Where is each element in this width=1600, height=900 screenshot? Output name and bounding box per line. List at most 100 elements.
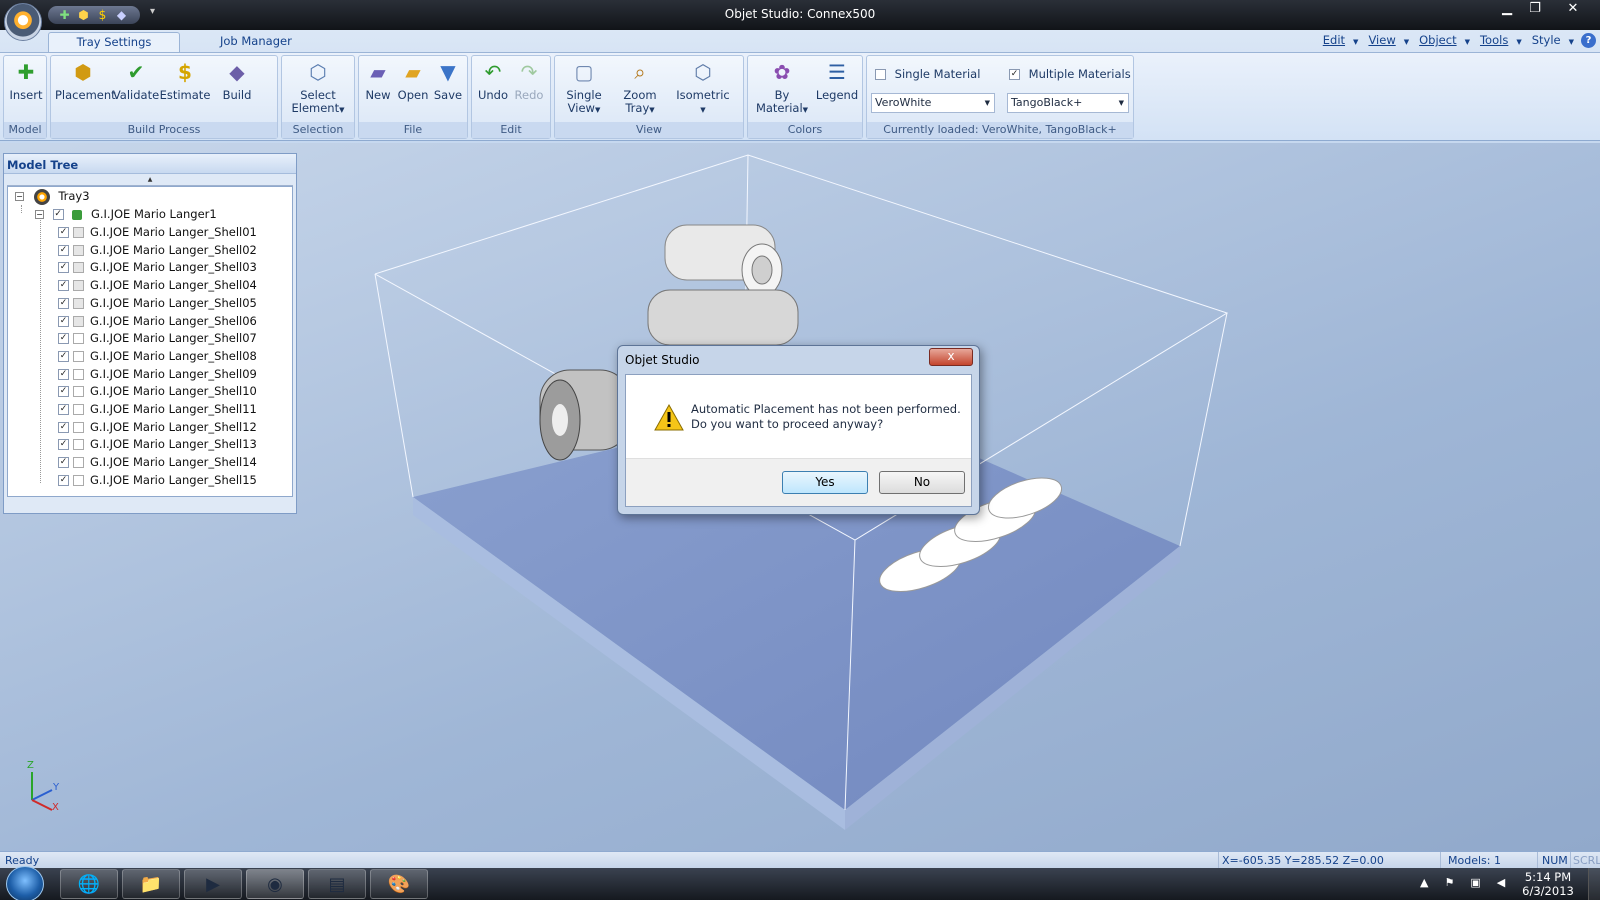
shell-visible-checkbox[interactable]: ✓ <box>58 350 69 362</box>
save-button[interactable]: ▼ Save <box>431 58 465 102</box>
show-hidden-icons-icon[interactable]: ▲ <box>1420 876 1428 889</box>
tab-tray-settings[interactable]: Tray Settings <box>48 32 180 52</box>
action-center-flag-icon[interactable]: ⚑ <box>1444 876 1454 889</box>
tree-node-shell[interactable]: ✓ G.I.JOE Mario Langer_Shell02 <box>58 241 257 259</box>
start-button[interactable] <box>6 866 44 900</box>
menu-bar: Edit ▼ View ▼ Object ▼ Tools ▼ Style ▼ ? <box>1320 33 1596 48</box>
group-selection: ⬡ Select Element▼ Selection <box>281 55 355 139</box>
shell-visible-checkbox[interactable]: ✓ <box>58 421 69 433</box>
objet-studio-icon[interactable]: ◉ <box>246 869 304 899</box>
shell-visible-checkbox[interactable]: ✓ <box>58 262 69 274</box>
shell-visible-checkbox[interactable]: ✓ <box>58 244 69 256</box>
isometric-button[interactable]: ⬡ Isometric ▼ <box>673 58 733 117</box>
material2-select[interactable]: TangoBlack+ ▼ <box>1007 93 1129 113</box>
tree-node-shell-label: G.I.JOE Mario Langer_Shell12 <box>90 419 257 434</box>
insert-button[interactable]: ✚ Insert <box>7 58 45 102</box>
dialog-message-line2: Do you want to proceed anyway? <box>691 417 884 431</box>
menu-edit[interactable]: Edit ▼ <box>1320 33 1362 48</box>
shell-visible-checkbox[interactable]: ✓ <box>58 333 69 345</box>
application-menu-button[interactable] <box>4 3 42 41</box>
zoom-tray-button[interactable]: ⌕ Zoom Tray▼ <box>617 58 663 117</box>
close-button[interactable]: ✕ <box>1555 0 1591 20</box>
material1-select[interactable]: VeroWhite ▼ <box>871 93 995 113</box>
tree-node-model[interactable]: − ✓ G.I.JOE Mario Langer1 <box>35 205 217 223</box>
build-icon: ◆ <box>229 60 245 84</box>
group-label-edit: Edit <box>472 122 550 138</box>
shell-visible-checkbox[interactable]: ✓ <box>58 315 69 327</box>
shell-visible-checkbox[interactable]: ✓ <box>58 227 69 238</box>
new-button[interactable]: ▰ New <box>363 58 393 102</box>
placement-button[interactable]: ⬢ Placement <box>55 58 116 102</box>
shell-visible-checkbox[interactable]: ✓ <box>58 297 69 309</box>
select-element-button[interactable]: ⬡ Select Element▼ <box>288 58 348 117</box>
model-tree-title: Model Tree <box>4 154 296 174</box>
help-icon[interactable]: ? <box>1581 33 1596 48</box>
chrome-icon[interactable]: 🌐 <box>60 869 118 899</box>
shell-visible-checkbox[interactable]: ✓ <box>58 457 69 469</box>
tab-job-manager[interactable]: Job Manager <box>200 32 312 52</box>
tree-node-shell[interactable]: ✓ G.I.JOE Mario Langer_Shell11 <box>58 400 257 418</box>
shell-visible-checkbox[interactable]: ✓ <box>58 474 69 486</box>
media-player-icon[interactable]: ▶ <box>184 869 242 899</box>
tree-node-shell[interactable]: ✓ G.I.JOE Mario Langer_Shell09 <box>58 365 257 383</box>
redo-button[interactable]: ↷ Redo <box>512 58 546 102</box>
shell-visible-checkbox[interactable]: ✓ <box>58 280 69 292</box>
tree-node-shell[interactable]: ✓ G.I.JOE Mario Langer_Shell05 <box>58 294 257 312</box>
undo-button[interactable]: ↶ Undo <box>476 58 510 102</box>
minimize-button[interactable]: ▁ <box>1494 0 1520 20</box>
tree-node-shell[interactable]: ✓ G.I.JOE Mario Langer_Shell13 <box>58 435 257 453</box>
tree-node-shell[interactable]: ✓ G.I.JOE Mario Langer_Shell04 <box>58 276 257 294</box>
menu-object[interactable]: Object ▼ <box>1416 33 1473 48</box>
collapse-icon[interactable]: − <box>15 192 24 201</box>
shell-visible-checkbox[interactable]: ✓ <box>58 404 69 415</box>
menu-view[interactable]: View ▼ <box>1365 33 1412 48</box>
menu-edit-label: Edit <box>1322 33 1346 47</box>
legend-button[interactable]: ☰ Legend <box>814 58 860 102</box>
shell-visible-checkbox[interactable]: ✓ <box>58 386 69 398</box>
build-button[interactable]: ◆ Build <box>219 58 255 102</box>
tree-node-shell[interactable]: ✓ G.I.JOE Mario Langer_Shell06 <box>58 312 257 330</box>
model-visible-checkbox[interactable]: ✓ <box>52 209 64 220</box>
menu-style[interactable]: Style ▼ <box>1529 33 1577 48</box>
status-scrl: SCRL <box>1573 854 1600 867</box>
yes-button[interactable]: Yes <box>782 471 868 494</box>
tree-node-shell[interactable]: ✓ G.I.JOE Mario Langer_Shell07 <box>58 329 257 347</box>
clock-date[interactable]: 6/3/2013 <box>1520 884 1576 898</box>
tree-node-shell[interactable]: ✓ G.I.JOE Mario Langer_Shell14 <box>58 453 257 471</box>
dialog-close-button[interactable]: x <box>929 348 973 366</box>
tree-node-shell[interactable]: ✓ G.I.JOE Mario Langer_Shell01 <box>58 223 257 241</box>
tree-node-shell-label: G.I.JOE Mario Langer_Shell07 <box>90 331 257 346</box>
material-swatch-icon <box>73 474 84 486</box>
open-button[interactable]: ▰ Open <box>395 58 431 102</box>
network-icon[interactable]: ▣ <box>1470 876 1480 889</box>
no-button[interactable]: No <box>879 471 965 494</box>
file-explorer-icon[interactable]: 📁 <box>122 869 180 899</box>
maximize-button[interactable]: ❐ <box>1522 0 1548 20</box>
collapse-icon[interactable]: − <box>35 210 44 219</box>
task-manager-icon[interactable]: ▤ <box>308 869 366 899</box>
volume-icon[interactable]: ◀ <box>1497 876 1505 889</box>
clock-time[interactable]: 5:14 PM <box>1520 870 1576 884</box>
scroll-up-arrow-icon[interactable]: ▲ <box>7 176 293 186</box>
tree-node-shell[interactable]: ✓ G.I.JOE Mario Langer_Shell12 <box>58 418 257 436</box>
paint-icon[interactable]: 🎨 <box>370 869 428 899</box>
material-swatch-icon <box>73 368 84 380</box>
show-desktop-button[interactable] <box>1588 868 1600 900</box>
shell-visible-checkbox[interactable]: ✓ <box>58 368 69 380</box>
validate-button[interactable]: ✔ Validate <box>111 58 161 102</box>
new-label: New <box>365 88 391 102</box>
tree-node-shell[interactable]: ✓ G.I.JOE Mario Langer_Shell15 <box>58 471 257 489</box>
menu-tools[interactable]: Tools ▼ <box>1477 33 1525 48</box>
tree-node-tray[interactable]: − Tray3 <box>15 187 90 205</box>
estimate-button[interactable]: $ Estimate <box>159 58 211 102</box>
multiple-materials-check[interactable]: ✓ <box>1009 69 1020 80</box>
tree-node-shell[interactable]: ✓ G.I.JOE Mario Langer_Shell08 <box>58 347 257 365</box>
tree-node-shell[interactable]: ✓ G.I.JOE Mario Langer_Shell03 <box>58 258 257 276</box>
by-material-button[interactable]: ✿ By Material▼ <box>754 58 810 117</box>
single-view-button[interactable]: ▢ Single View▼ <box>561 58 607 117</box>
single-material-checkbox[interactable]: Single Material <box>875 67 980 81</box>
shell-visible-checkbox[interactable]: ✓ <box>58 439 69 451</box>
tree-node-shell[interactable]: ✓ G.I.JOE Mario Langer_Shell10 <box>58 382 257 400</box>
single-material-check[interactable] <box>875 69 886 80</box>
multiple-materials-checkbox[interactable]: ✓ Multiple Materials <box>1009 67 1131 81</box>
